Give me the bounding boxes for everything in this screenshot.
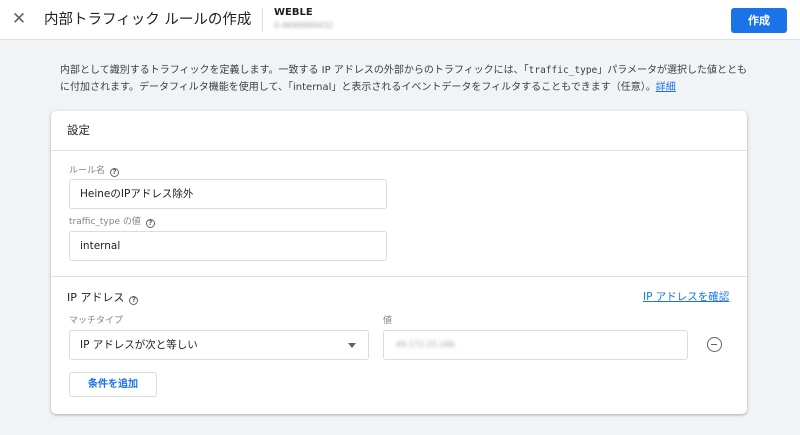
account-name: WEBLE bbox=[274, 7, 313, 18]
traffic-type-label: traffic_type の値? bbox=[69, 216, 155, 228]
learn-more-link[interactable]: 詳細 bbox=[656, 82, 676, 93]
title-divider bbox=[262, 8, 263, 32]
description: 内部として識別するトラフィックを定義します。一致する IP アドレスの外部からの… bbox=[60, 62, 750, 96]
ip-value-input[interactable]: 49.172.25.186 bbox=[383, 330, 688, 360]
rule-name-label-text: ルール名 bbox=[69, 166, 106, 176]
top-bar: ✕ 内部トラフィック ルールの作成 WEBLE 0-9699989432 作成 bbox=[0, 0, 800, 40]
remove-bar bbox=[711, 343, 717, 345]
card-title: 設定 bbox=[67, 123, 90, 137]
value-label: 値 bbox=[383, 316, 393, 326]
ip-address-title-text: IP アドレス bbox=[67, 291, 125, 304]
ip-value-text: 49.172.25.186 bbox=[396, 340, 455, 349]
add-condition-button[interactable]: 条件を追加 bbox=[69, 372, 157, 397]
traffic-type-input[interactable]: internal bbox=[69, 231, 387, 261]
match-type-label: マッチタイプ bbox=[69, 316, 124, 326]
settings-card: 設定 ルール名? HeineのIPアドレス除外 traffic_type の値?… bbox=[51, 111, 747, 414]
match-type-select[interactable]: IP アドレスが次と等しい bbox=[69, 330, 369, 360]
account-id: 0-9699989432 bbox=[274, 21, 333, 30]
description-text-1: 内部として識別するトラフィックを定義します。一致する IP アドレスの外部からの… bbox=[60, 65, 529, 76]
remove-circle-icon[interactable] bbox=[707, 337, 722, 352]
page-title: 内部トラフィック ルールの作成 bbox=[44, 12, 252, 28]
help-circle-icon[interactable]: ? bbox=[129, 296, 139, 305]
ip-address-section-title: IP アドレス? bbox=[67, 291, 139, 305]
help-circle-icon[interactable]: ? bbox=[110, 168, 120, 177]
dropdown-arrow-icon bbox=[348, 343, 356, 348]
rule-name-label: ルール名? bbox=[69, 165, 120, 177]
traffic-type-label-text: traffic_type の値 bbox=[69, 217, 141, 227]
divider bbox=[51, 150, 747, 151]
close-icon[interactable]: ✕ bbox=[9, 9, 29, 29]
description-code: traffic_type bbox=[528, 65, 598, 76]
divider bbox=[51, 276, 747, 277]
confirm-ip-link[interactable]: IP アドレスを確認 bbox=[643, 290, 729, 304]
help-circle-icon[interactable]: ? bbox=[145, 219, 155, 228]
create-button[interactable]: 作成 bbox=[731, 8, 787, 33]
rule-name-input[interactable]: HeineのIPアドレス除外 bbox=[69, 179, 387, 209]
match-type-value: IP アドレスが次と等しい bbox=[80, 339, 198, 351]
